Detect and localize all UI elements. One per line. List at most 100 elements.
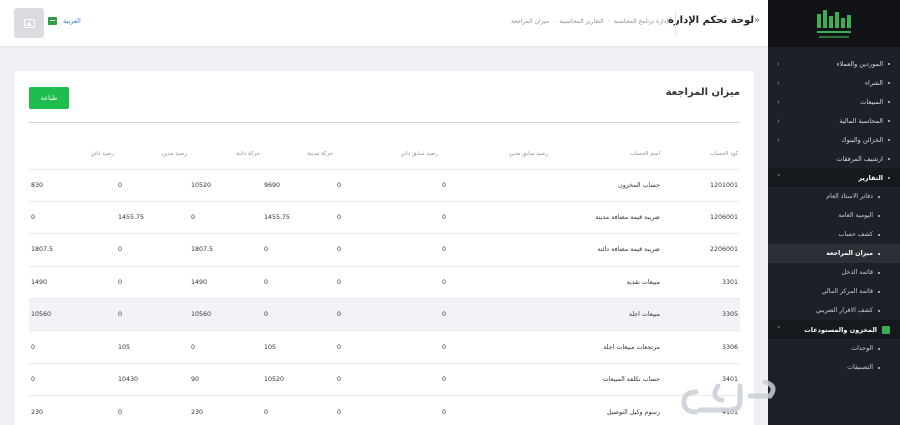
table-row[interactable]: 3305 مبيعات اجلة 0 0 0 10560 0 10560 [29,298,740,331]
bullet-icon [888,176,890,179]
sidebar: الموردين والعملاء ‹ الشراء ‹ المبيعات ‹ المحاس… [768,0,900,425]
table-cell: 1455.75 [116,200,189,234]
sidebar-item-label: قائمة الدخل [841,269,873,276]
table-cell: 0 [335,265,440,299]
table-row[interactable]: 3401 حساب تكلفة المبيعات 0 0 10520 90 10430 0 [29,362,740,396]
chevron-icon: ‹ [777,135,780,144]
table-cell: 0 [440,233,550,267]
image-placeholder-icon [23,18,35,28]
table-cell: 10560 [189,298,262,331]
card-title: ميزان المراجعة [665,87,740,98]
print-button[interactable]: طباعة [29,87,69,109]
table-cell: حساب المخزون [550,168,662,202]
sidebar-item[interactable]: كشف حساب [768,225,900,244]
table-header-row: كود الحساب اسم الحساب رصيد سابق مدين رصي… [29,139,740,169]
sidebar-item-label: ميزان المراجعة [826,250,873,257]
table-cell: 10520 [262,362,335,396]
chevron-icon: ‹ [777,97,780,106]
sidebar-item[interactable]: التقارير ˅ [768,168,900,187]
language-switcher[interactable]: العربية [48,17,81,25]
watermark-logo [681,379,776,415]
header-divider [675,11,676,35]
bullet-icon [878,233,880,236]
bullet-icon [878,195,880,198]
table-cell: مرتجعات مبيعات اجلة [550,330,662,364]
table-cell: 3301 [662,265,740,299]
sidebar-item-label: الشراء [864,78,883,87]
table-row[interactable]: 4101 رسوم وكيل التوصيل 0 0 0 230 0 230 [29,395,740,425]
table-row[interactable]: 1206001 ضريبة قيمة مضافة مدينة 0 0 1455.75 0 1… [29,200,740,234]
bullet-icon [878,214,880,217]
table-cell: 0 [335,330,440,364]
sidebar-item[interactable]: قائمة المركز المالي [768,282,900,301]
table-cell: 0 [29,200,116,234]
table-cell: 0 [116,168,189,202]
sidebar-item[interactable]: الوحدات [768,339,900,358]
warehouse-icon [882,325,890,334]
sidebar-item[interactable]: المخزون والمستودعات ˅ [768,320,900,339]
table-cell: 0 [116,298,189,331]
sidebar-item[interactable]: ميزان المراجعة [768,244,900,263]
breadcrumb-item-current: ميزان المراجعة [510,18,550,25]
language-label[interactable]: العربية [63,17,81,25]
table-cell: 9690 [262,168,335,202]
table-cell: 0 [335,200,440,234]
table-cell: مبيعات نقدية [550,265,662,299]
sidebar-item[interactable]: الموردين والعملاء ‹ [768,54,900,73]
sidebar-item[interactable]: اليومية العامة [768,206,900,225]
bullet-icon [878,252,880,255]
sidebar-item-label: قائمة المركز المالي [821,288,873,295]
trial-balance-card: ميزان المراجعة طباعة كود الحساب اسم الحس… [15,71,754,425]
divider [29,122,740,123]
user-avatar[interactable] [14,8,44,38]
table-cell: 10520 [189,168,262,202]
table-row[interactable]: 2206001 ضريبة قيمة مضافة دائنة 0 0 0 1807.5 0 1… [29,233,740,267]
bullet-icon [888,157,890,160]
sidebar-item-label: المحاسبة المالية [839,116,883,125]
sidebar-item-label: التقارير [858,173,883,182]
sidebar-item[interactable]: دفاتر الاستاذ العام [768,187,900,206]
table-cell: 1807.5 [29,233,116,267]
chevron-icon: ‹ [777,78,780,87]
table-cell: 0 [440,330,550,364]
breadcrumb-item[interactable]: إدارة برنامج المحاسبة [614,18,668,25]
sidebar-item[interactable]: المحاسبة المالية ‹ [768,111,900,130]
column-header: رصيد دائن [90,150,114,157]
sidebar-item[interactable]: قائمة الدخل [768,263,900,282]
table-cell: 0 [440,200,550,234]
breadcrumb-item[interactable]: التقارير المحاسبية [559,18,603,25]
table-row[interactable]: 3301 مبيعات نقدية 0 0 0 1490 0 1490 [29,265,740,299]
table-cell: 0 [116,233,189,267]
table-cell: 0 [29,330,116,364]
breadcrumb-separator: - [553,18,556,25]
bullet-icon [878,271,880,274]
bullet-icon [888,119,890,122]
table-cell: 0 [262,265,335,299]
sidebar-item[interactable]: الشراء ‹ [768,73,900,92]
table-cell: 10430 [116,362,189,396]
sidebar-item[interactable]: المبيعات ‹ [768,92,900,111]
table-row[interactable]: 3306 مرتجعات مبيعات اجلة 0 0 105 0 105 0 [29,330,740,364]
sidebar-item[interactable]: الخزائن والبنوك ‹ [768,130,900,149]
bullet-icon [878,347,880,350]
table-row[interactable]: 1201001 حساب المخزون 0 0 9690 10520 0 830 [29,168,740,202]
sidebar-item-label: الخزائن والبنوك [841,135,883,144]
table-cell: 3305 [662,298,740,331]
collapse-sidebar-icon[interactable]: « [754,15,760,26]
table-cell: 0 [262,233,335,267]
table-cell: 1807.5 [189,233,262,267]
column-header: اسم الحساب [629,150,660,157]
table-cell: 0 [440,362,550,396]
sidebar-item[interactable]: ارشيف المرفقات [768,149,900,168]
table-cell: 0 [189,330,262,364]
column-header: كود الحساب [709,150,738,157]
table-body: 1201001 حساب المخزون 0 0 9690 10520 0 830 120600… [29,168,740,425]
table-cell: 0 [440,168,550,202]
sidebar-item[interactable]: التصنيفات [768,358,900,377]
sidebar-item[interactable]: كشف الاقرار الضريبي [768,301,900,320]
table-cell: 1490 [29,265,116,299]
breadcrumb: إدارة برنامج المحاسبة - التقارير المحاسب… [511,18,668,25]
column-header: رصيد مدين [161,150,187,157]
table-cell: رسوم وكيل التوصيل [550,395,662,425]
table-cell: 105 [116,330,189,364]
